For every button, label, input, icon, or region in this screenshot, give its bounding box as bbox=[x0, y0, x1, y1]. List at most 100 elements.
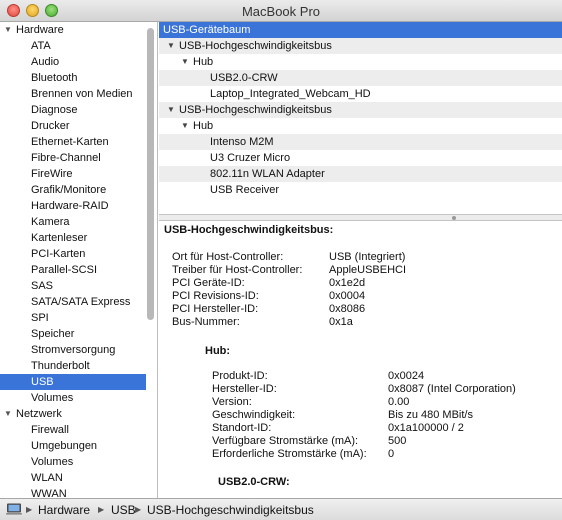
sidebar-item-diagnose[interactable]: Diagnose bbox=[0, 102, 146, 118]
property-value: USB (Integriert) bbox=[329, 251, 406, 263]
disclosure-triangle-icon[interactable]: ▼ bbox=[181, 54, 189, 70]
sidebar: ▼ Hardware ATA Audio Bluetooth Brennen von Me… bbox=[0, 22, 158, 498]
tree-row[interactable]: U3 Cruzer Micro bbox=[159, 150, 562, 166]
path-arrow-icon: ▶ bbox=[135, 505, 142, 514]
sidebar-item-brennen-von-medien[interactable]: Brennen von Medien bbox=[0, 86, 146, 102]
sidebar-item-volumes[interactable]: Volumes bbox=[0, 454, 146, 470]
sidebar-item-ata[interactable]: ATA bbox=[0, 38, 146, 54]
tree-row-label: 802.11n WLAN Adapter bbox=[210, 168, 325, 180]
sidebar-group-hardware[interactable]: ▼ Hardware bbox=[0, 22, 146, 38]
tree-row-label: Laptop_Integrated_Webcam_HD bbox=[210, 88, 371, 100]
sidebar-item-usb[interactable]: USB bbox=[0, 374, 146, 390]
disclosure-triangle-icon[interactable]: ▼ bbox=[4, 406, 12, 422]
sidebar-item-volumes[interactable]: Volumes bbox=[0, 390, 146, 406]
property-value: 0x8087 (Intel Corporation) bbox=[388, 383, 516, 395]
tree-row[interactable]: ▼ USB-Hochgeschwindigkeitsbus bbox=[159, 102, 562, 118]
sidebar-item-thunderbolt[interactable]: Thunderbolt bbox=[0, 358, 146, 374]
tree-row-label: USB Receiver bbox=[210, 184, 280, 196]
property-value: 0x1a bbox=[329, 316, 353, 328]
usb-device-tree: USB-Gerätebaum ▼ USB-Hochgeschwindigkeits… bbox=[159, 22, 562, 214]
property-key: Standort-ID: bbox=[212, 422, 272, 434]
tree-row-label: Intenso M2M bbox=[210, 136, 274, 148]
sidebar-item-speicher[interactable]: Speicher bbox=[0, 326, 146, 342]
property-value: 500 bbox=[388, 435, 407, 447]
tree-row[interactable]: ▼ Hub bbox=[159, 54, 562, 70]
property-value: 0x0004 bbox=[329, 290, 366, 302]
sidebar-item-firewire[interactable]: FireWire bbox=[0, 166, 146, 182]
tree-row-label: Hub bbox=[193, 120, 214, 132]
tree-row-label: Hub bbox=[193, 56, 214, 68]
property-row: Verfügbare Stromstärke (mA): 500 bbox=[212, 435, 562, 448]
sidebar-item-parallel-scsi[interactable]: Parallel-SCSI bbox=[0, 262, 146, 278]
sidebar-item-pci-karten[interactable]: PCI-Karten bbox=[0, 246, 146, 262]
tree-row[interactable]: USB Receiver bbox=[159, 182, 562, 198]
property-row: Hersteller-ID: 0x8087 (Intel Corporation) bbox=[212, 383, 562, 396]
sidebar-item-ethernet-karten[interactable]: Ethernet-Karten bbox=[0, 134, 146, 150]
sidebar-item-wlan[interactable]: WLAN bbox=[0, 470, 146, 486]
property-key: Verfügbare Stromstärke (mA): bbox=[212, 435, 359, 447]
property-key: Erforderliche Stromstärke (mA): bbox=[212, 448, 367, 460]
sidebar-scrollbar[interactable] bbox=[147, 28, 154, 320]
property-row: Produkt-ID: 0x0024 bbox=[212, 370, 562, 383]
sidebar-item-spi[interactable]: SPI bbox=[0, 310, 146, 326]
window-title: MacBook Pro bbox=[241, 4, 321, 19]
property-row: Treiber für Host-Controller: AppleUSBEHCI bbox=[172, 264, 562, 277]
sidebar-item-kartenleser[interactable]: Kartenleser bbox=[0, 230, 146, 246]
property-value: 0 bbox=[388, 448, 395, 460]
path-segment-usb[interactable]: USB bbox=[111, 503, 136, 517]
sidebar-item-wwan[interactable]: WWAN bbox=[0, 486, 146, 498]
sidebar-item-kamera[interactable]: Kamera bbox=[0, 214, 146, 230]
property-key: PCI Revisions-ID: bbox=[172, 290, 259, 302]
property-key: PCI Hersteller-ID: bbox=[172, 303, 259, 315]
sidebar-item-sata-sata-express[interactable]: SATA/SATA Express bbox=[0, 294, 146, 310]
path-arrow-icon: ▶ bbox=[26, 505, 33, 514]
tree-row[interactable]: ▼ USB-Hochgeschwindigkeitsbus bbox=[159, 38, 562, 54]
sidebar-item-hardware-raid[interactable]: Hardware-RAID bbox=[0, 198, 146, 214]
tree-row-label: U3 Cruzer Micro bbox=[210, 152, 291, 164]
tree-row[interactable]: ▼ Hub bbox=[159, 118, 562, 134]
sidebar-group-netzwerk[interactable]: ▼ Netzwerk bbox=[0, 406, 146, 422]
property-row: PCI Geräte-ID: 0x1e2d bbox=[172, 277, 562, 290]
tree-row[interactable]: Intenso M2M bbox=[159, 134, 562, 150]
sidebar-item-drucker[interactable]: Drucker bbox=[0, 118, 146, 134]
tree-row[interactable]: 802.11n WLAN Adapter bbox=[159, 166, 562, 182]
path-segment-hardware[interactable]: Hardware bbox=[38, 503, 90, 517]
disclosure-triangle-icon[interactable]: ▼ bbox=[181, 118, 189, 134]
hub-title: Hub: bbox=[205, 345, 231, 357]
sidebar-item-bluetooth[interactable]: Bluetooth bbox=[0, 70, 146, 86]
sub-device-title: USB2.0-CRW: bbox=[218, 476, 290, 488]
tree-row[interactable]: USB2.0-CRW bbox=[159, 70, 562, 86]
property-value: 0.00 bbox=[388, 396, 410, 408]
property-key: Bus-Nummer: bbox=[172, 316, 240, 328]
property-key: Geschwindigkeit: bbox=[212, 409, 296, 421]
sidebar-item-audio[interactable]: Audio bbox=[0, 54, 146, 70]
property-row: PCI Revisions-ID: 0x0004 bbox=[172, 290, 562, 303]
path-segment-usb-hochgeschwindigkeitsbus[interactable]: USB-Hochgeschwindigkeitsbus bbox=[147, 503, 314, 517]
tree-row-label: USB2.0-CRW bbox=[210, 72, 278, 84]
property-row: Bus-Nummer: 0x1a bbox=[172, 316, 562, 329]
sidebar-item-sas[interactable]: SAS bbox=[0, 278, 146, 294]
path-arrow-icon: ▶ bbox=[98, 505, 105, 514]
detail-pane: USB-Hochgeschwindigkeitsbus: Ort für Hos… bbox=[159, 221, 562, 498]
detail-title: USB-Hochgeschwindigkeitsbus: bbox=[164, 224, 334, 236]
property-key: Hersteller-ID: bbox=[212, 383, 277, 395]
property-value: 0x0024 bbox=[388, 370, 425, 382]
property-row: Version: 0.00 bbox=[212, 396, 562, 409]
sidebar-item-stromversorgung[interactable]: Stromversorgung bbox=[0, 342, 146, 358]
property-value: 0x1e2d bbox=[329, 277, 366, 289]
sidebar-item-firewall[interactable]: Firewall bbox=[0, 422, 146, 438]
tree-row[interactable]: Laptop_Integrated_Webcam_HD bbox=[159, 86, 562, 102]
sidebar-item-grafik-monitore[interactable]: Grafik/Monitore bbox=[0, 182, 146, 198]
property-row: Geschwindigkeit: Bis zu 480 MBit/s bbox=[212, 409, 562, 422]
path-bar: Hardware ▶ USB ▶ USB-Hochgeschwindigkeitsbus… bbox=[0, 498, 562, 520]
disclosure-triangle-icon[interactable]: ▼ bbox=[167, 102, 175, 118]
disclosure-triangle-icon[interactable]: ▼ bbox=[167, 38, 175, 54]
sidebar-item-umgebungen[interactable]: Umgebungen bbox=[0, 438, 146, 454]
pane-splitter[interactable] bbox=[159, 214, 562, 221]
sidebar-group-label: Netzwerk bbox=[16, 408, 62, 420]
sidebar-item-fibre-channel[interactable]: Fibre-Channel bbox=[0, 150, 146, 166]
tree-header[interactable]: USB-Gerätebaum bbox=[159, 22, 562, 38]
disclosure-triangle-icon[interactable]: ▼ bbox=[4, 22, 12, 38]
splitter-handle-icon[interactable] bbox=[452, 216, 456, 220]
property-value: AppleUSBEHCI bbox=[329, 264, 407, 276]
